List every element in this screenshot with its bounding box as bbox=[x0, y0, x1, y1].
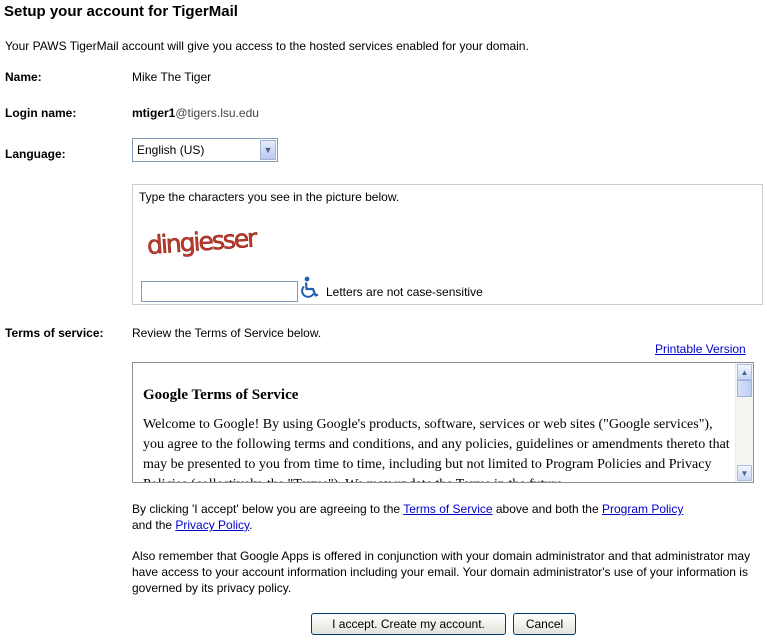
terms-label: Terms of service: bbox=[5, 326, 104, 340]
login-domain: @tigers.lsu.edu bbox=[175, 106, 259, 120]
agreement-part3: and the bbox=[132, 518, 176, 532]
captcha-box: Type the characters you see in the pictu… bbox=[132, 184, 763, 305]
agreement-part2: above and both the bbox=[492, 502, 602, 516]
captcha-input[interactable] bbox=[141, 281, 298, 302]
agreement-part1: By clicking 'I accept' below you are agr… bbox=[132, 502, 404, 516]
terms-of-service-frame[interactable]: Google Terms of Service Welcome to Googl… bbox=[132, 362, 754, 483]
language-label: Language: bbox=[5, 147, 66, 161]
program-policy-link[interactable]: Program Policy bbox=[602, 502, 683, 516]
captcha-instruction: Type the characters you see in the pictu… bbox=[139, 190, 400, 204]
intro-text: Your PAWS TigerMail account will give yo… bbox=[5, 39, 529, 53]
agreement-part4: . bbox=[249, 518, 253, 532]
administrator-notice: Also remember that Google Apps is offere… bbox=[132, 549, 751, 595]
terms-review-text: Review the Terms of Service below. bbox=[132, 326, 322, 340]
name-label: Name: bbox=[5, 70, 42, 84]
agreement-text: By clicking 'I accept' below you are agr… bbox=[132, 501, 757, 533]
terms-heading: Google Terms of Service bbox=[143, 387, 299, 403]
accept-create-account-button[interactable]: I accept. Create my account. bbox=[311, 613, 506, 635]
scroll-thumb[interactable] bbox=[737, 380, 752, 397]
login-username: mtiger1 bbox=[132, 106, 176, 120]
cancel-button[interactable]: Cancel bbox=[513, 613, 576, 635]
wheelchair-accessibility-icon[interactable] bbox=[300, 276, 320, 300]
printable-version-link[interactable]: Printable Version bbox=[655, 342, 746, 356]
terms-scrollbar[interactable]: ▲ ▼ bbox=[735, 363, 753, 482]
terms-body: Welcome to Google! By using Google's pro… bbox=[143, 417, 730, 482]
captcha-image: dingiesser bbox=[146, 223, 260, 260]
terms-of-service-link[interactable]: Terms of Service bbox=[403, 502, 492, 516]
chevron-down-icon[interactable]: ▼ bbox=[260, 140, 276, 160]
scroll-up-icon[interactable]: ▲ bbox=[737, 364, 752, 380]
captcha-image-text: dingiesser bbox=[146, 223, 259, 260]
login-name-value: mtiger1@tigers.lsu.edu bbox=[132, 106, 259, 120]
language-select[interactable]: English (US) ▼ bbox=[132, 138, 278, 162]
scroll-down-icon[interactable]: ▼ bbox=[737, 465, 752, 481]
page-title: Setup your account for TigerMail bbox=[4, 3, 238, 20]
language-selected-value: English (US) bbox=[137, 143, 205, 157]
login-name-label: Login name: bbox=[5, 106, 77, 120]
case-sensitivity-note: Letters are not case-sensitive bbox=[326, 285, 483, 299]
name-value: Mike The Tiger bbox=[132, 70, 212, 84]
privacy-policy-link[interactable]: Privacy Policy bbox=[175, 518, 249, 532]
terms-content: Google Terms of Service Welcome to Googl… bbox=[143, 371, 733, 482]
